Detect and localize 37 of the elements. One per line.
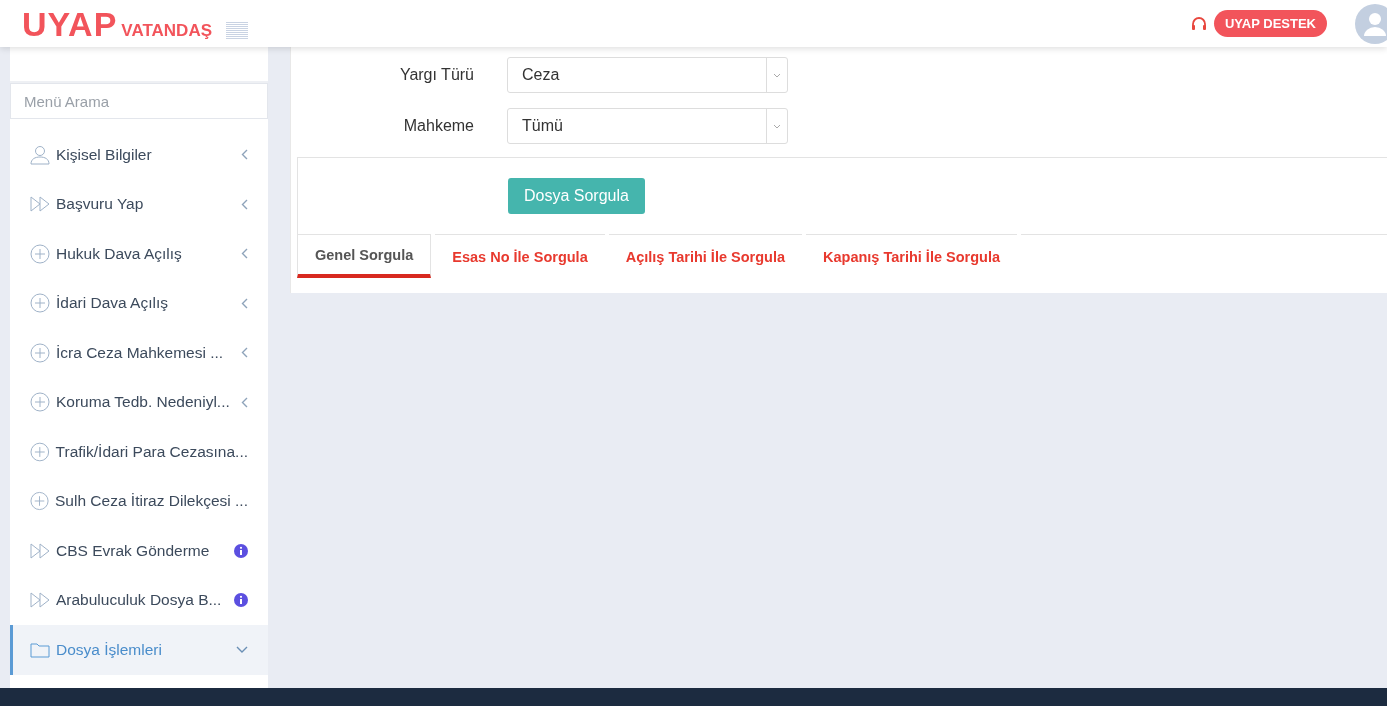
plus-circle-icon — [30, 491, 50, 512]
tab[interactable]: Kapanış Tarihi İle Sorgula — [806, 234, 1017, 278]
sidebar-item[interactable]: Başvuru Yap — [10, 179, 268, 229]
plus-circle-icon — [30, 243, 50, 264]
menu-icon[interactable] — [226, 20, 248, 39]
caret-icon — [773, 72, 781, 78]
plus-circle-icon — [30, 342, 50, 363]
sidebar-item[interactable]: Kişisel Bilgiler — [10, 130, 268, 180]
sidebar-item[interactable]: Trafik/İdari Para Cezasına... — [10, 427, 268, 477]
sidebar-item[interactable]: Arabuluculuk Dosya B... — [10, 575, 268, 625]
headset-icon — [1189, 14, 1208, 33]
sidebar-item[interactable]: Hukuk Dava Açılış — [10, 229, 268, 279]
double-arrow-icon — [30, 542, 50, 559]
person-icon — [30, 144, 50, 165]
double-arrow-icon — [30, 592, 50, 609]
logo-text: UYAP — [22, 6, 118, 41]
sidebar-item[interactable]: CBS Evrak Gönderme — [10, 526, 268, 576]
select-field[interactable]: Tümü — [507, 108, 788, 144]
tab[interactable]: Açılış Tarihi İle Sorgula — [608, 234, 802, 278]
sidebar-item[interactable]: Sulh Ceza İtiraz Dilekçesi ... — [10, 476, 268, 526]
caret-icon — [773, 123, 781, 129]
avatar-icon[interactable] — [1355, 3, 1387, 44]
sidebar-item[interactable]: Koruma Tedb. Nedeniyl... — [10, 377, 268, 427]
plus-circle-icon — [30, 441, 50, 462]
tab[interactable]: Genel Sorgula — [297, 234, 432, 278]
select-field[interactable]: Ceza — [507, 57, 788, 93]
sidebar-item[interactable]: İdari Dava Açılış — [10, 278, 268, 328]
sidebar-item[interactable]: İcra Ceza Mahkemesi ... — [10, 328, 268, 378]
plus-circle-icon — [30, 293, 50, 314]
double-arrow-icon — [30, 196, 50, 213]
plus-circle-icon — [30, 392, 50, 413]
field-label: Mahkeme — [402, 117, 474, 135]
logo-subtitle: VATANDAŞ — [121, 20, 212, 41]
menu-search-field[interactable]: Menü Arama — [10, 83, 268, 119]
tab[interactable]: Esas No İle Sorgula — [435, 234, 605, 278]
field-label: Yargı Türü — [398, 66, 474, 84]
folder-icon — [30, 641, 50, 658]
